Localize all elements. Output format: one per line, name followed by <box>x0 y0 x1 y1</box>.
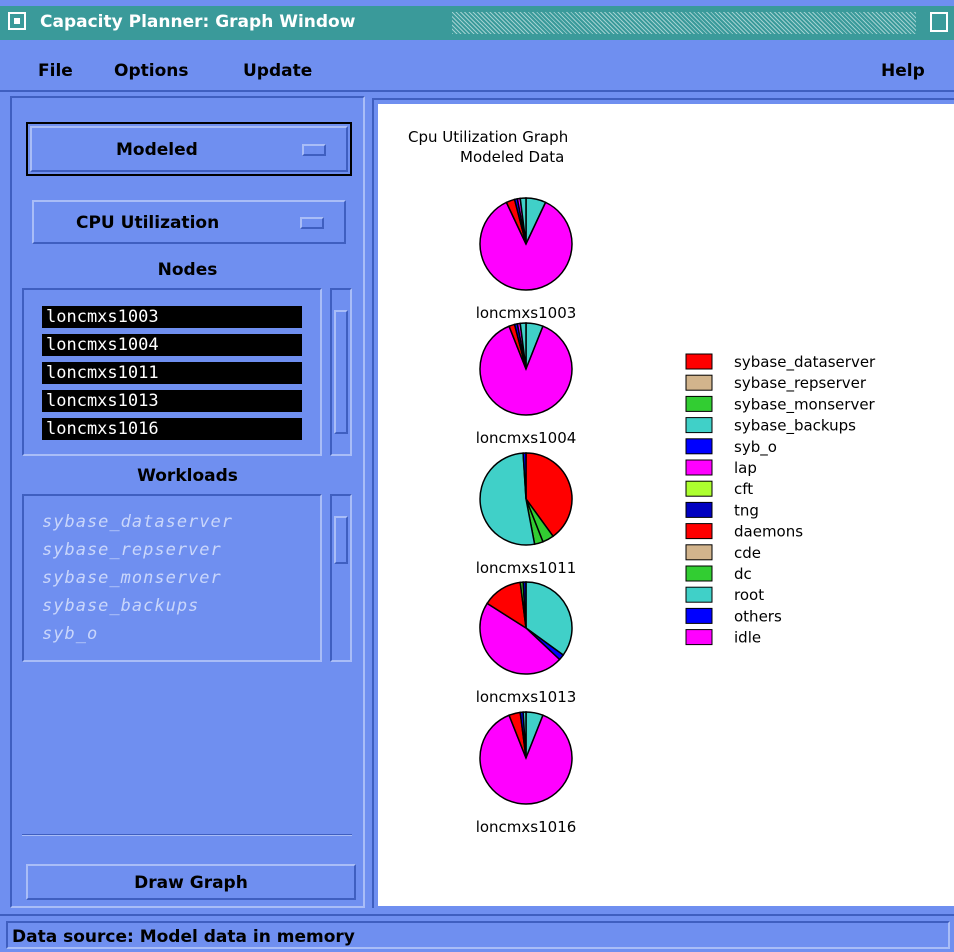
draw-graph-button[interactable]: Draw Graph <box>26 864 356 900</box>
legend-swatch <box>685 374 713 391</box>
legend-label: tng <box>734 501 759 519</box>
nodes-scrollbar[interactable] <box>330 288 352 456</box>
pie-loncmxs1016 <box>479 711 573 805</box>
pie-label: loncmxs1004 <box>476 429 577 447</box>
option-menu-indicator-icon <box>300 217 324 229</box>
pie-chart-area: loncmxs1003 loncmxs1004 loncmxs1011 loncmxs… <box>476 197 876 836</box>
data-mode-focus-ring: Modeled <box>26 122 352 176</box>
list-item-node[interactable]: loncmxs1011 <box>42 362 302 384</box>
legend-swatch <box>685 459 713 476</box>
legend-label: sybase_repserver <box>734 374 867 393</box>
legend-label: cft <box>734 480 753 498</box>
data-mode-select[interactable]: Modeled <box>30 126 348 172</box>
legend-label: daemons <box>734 523 803 541</box>
status-bar: Data source: Model data in memory <box>0 914 954 952</box>
title-bar[interactable]: Capacity Planner: Graph Window <box>0 6 954 40</box>
graph-canvas: Cpu Utilization Graph Modeled Data loncm… <box>378 104 954 906</box>
legend-label: dc <box>734 565 752 583</box>
legend-swatch <box>685 565 713 582</box>
nodes-heading: Nodes <box>157 260 218 280</box>
graph-panel: Cpu Utilization Graph Modeled Data loncm… <box>372 98 954 908</box>
pie-loncmxs1011 <box>479 452 573 546</box>
legend-swatch <box>685 438 713 455</box>
draw-graph-label: Draw Graph <box>134 873 248 893</box>
list-item-node[interactable]: loncmxs1004 <box>42 334 302 356</box>
status-field: Data source: Model data in memory <box>6 921 950 949</box>
data-mode-value: Modeled <box>116 140 198 160</box>
nodes-list[interactable]: loncmxs1003 loncmxs1004 loncmxs1011 lonc… <box>22 288 322 456</box>
menu-bar: File Options Update Help <box>0 52 954 92</box>
pie-label: loncmxs1003 <box>476 304 577 322</box>
pie-loncmxs1003 <box>479 197 573 291</box>
title-bar-drag-area[interactable] <box>452 12 916 34</box>
legend-swatch <box>685 586 713 603</box>
option-menu-indicator-icon <box>302 144 326 156</box>
list-item-workload[interactable]: sybase_backups <box>42 596 199 616</box>
legend-label: others <box>734 607 782 625</box>
legend-label: lap <box>734 459 757 477</box>
nodes-scroll-thumb[interactable] <box>334 310 348 434</box>
workloads-heading: Workloads <box>137 466 238 486</box>
legend-label: cde <box>734 544 761 562</box>
legend-swatch <box>685 395 713 412</box>
legend-swatch <box>685 607 713 624</box>
pie-loncmxs1004 <box>479 322 573 416</box>
legend-swatch <box>685 544 713 561</box>
workloads-list[interactable]: sybase_dataserver sybase_repserver sybas… <box>22 494 322 662</box>
list-item-workload[interactable]: sybase_monserver <box>42 568 222 588</box>
legend-label: syb_o <box>734 438 777 457</box>
metric-select[interactable]: CPU Utilization <box>32 200 346 244</box>
status-text: Data source: Model data in memory <box>12 927 355 947</box>
list-item-workload[interactable]: sybase_dataserver <box>42 512 233 532</box>
control-panel: Modeled CPU Utilization Nodes loncmxs100… <box>10 96 365 908</box>
legend-label: sybase_dataserver <box>734 353 876 372</box>
pie-label: loncmxs1013 <box>476 688 577 706</box>
window-menu-icon[interactable] <box>8 12 26 30</box>
maximize-icon[interactable] <box>930 12 948 32</box>
legend-swatch <box>685 480 713 497</box>
separator <box>22 834 352 836</box>
list-item-node[interactable]: loncmxs1003 <box>42 306 302 328</box>
legend-swatch <box>685 629 713 646</box>
legend-label: sybase_backups <box>734 417 856 436</box>
list-item-workload[interactable]: sybase_repserver <box>42 540 222 560</box>
menu-options[interactable]: Options <box>114 61 188 81</box>
list-item-workload[interactable]: syb_o <box>42 624 98 644</box>
legend-swatch <box>685 417 713 434</box>
pie-loncmxs1013 <box>479 581 573 675</box>
menu-update[interactable]: Update <box>243 61 312 81</box>
legend-label: sybase_monserver <box>734 395 876 414</box>
menu-help[interactable]: Help <box>881 61 925 81</box>
workloads-scroll-thumb[interactable] <box>334 516 348 564</box>
list-item-node[interactable]: loncmxs1013 <box>42 390 302 412</box>
legend-label: root <box>734 586 764 604</box>
legend-swatch <box>685 501 713 518</box>
pie-label: loncmxs1011 <box>476 559 577 577</box>
legend-swatch <box>685 523 713 540</box>
menu-file[interactable]: File <box>38 61 73 81</box>
pie-label: loncmxs1016 <box>476 818 577 836</box>
legend-swatch <box>685 353 713 370</box>
list-item-node[interactable]: loncmxs1016 <box>42 418 302 440</box>
legend-label: idle <box>734 629 761 647</box>
metric-value: CPU Utilization <box>76 213 220 233</box>
window-title: Capacity Planner: Graph Window <box>40 12 356 32</box>
workloads-scrollbar[interactable] <box>330 494 352 662</box>
